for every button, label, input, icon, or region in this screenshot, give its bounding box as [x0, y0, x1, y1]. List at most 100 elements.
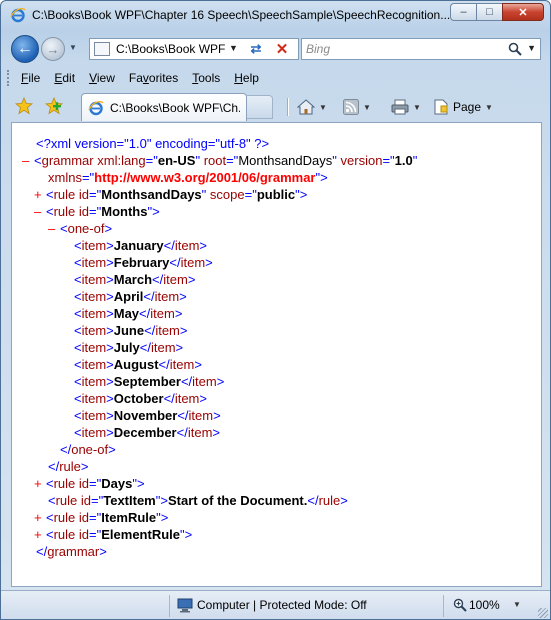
menu-help[interactable]: Help — [234, 71, 259, 85]
xml-item: <item>April</item> — [74, 289, 187, 304]
navigation-bar: ← → ▼ C:\Books\Book WPF ▼ ⇄ ✕ ▼ — [1, 31, 550, 65]
xml-rule-close: </rule> — [48, 459, 89, 474]
page-menu-button[interactable]: Page ▼ — [433, 98, 493, 116]
xml-one-of-open: – <one-of> — [48, 220, 113, 237]
home-icon — [297, 99, 315, 115]
recent-pages-dropdown-icon[interactable]: ▼ — [69, 43, 77, 52]
xml-declaration: <?xml version="1.0" encoding="utf-8" ?> — [36, 136, 270, 151]
close-button[interactable]: ✕ — [502, 3, 544, 21]
rss-feed-icon — [343, 99, 359, 115]
xml-one-of-close: </one-of> — [60, 442, 116, 457]
xml-grammar-open: – <grammar xml:lang="en-US" root="Monthsa… — [22, 152, 418, 169]
home-dropdown-icon[interactable]: ▼ — [319, 103, 327, 112]
month-value: August — [113, 357, 159, 372]
feeds-button[interactable]: ▼ — [343, 98, 371, 116]
tab-active[interactable]: C:\Books\Book WPF\Ch... — [81, 93, 247, 121]
window-title: C:\Books\Book WPF\Chapter 16 Speech\Spee… — [32, 8, 451, 22]
menu-file[interactable]: File — [21, 71, 40, 85]
menu-bar: File Edit View Favorites Tools Help — [7, 67, 547, 89]
tab-title: C:\Books\Book WPF\Ch... — [110, 100, 240, 115]
xml-item: <item>June</item> — [74, 323, 188, 338]
status-divider — [443, 595, 444, 617]
search-icon[interactable] — [508, 42, 522, 56]
print-button[interactable]: ▼ — [391, 98, 421, 116]
xml-rule-itemrule: + <rule id="ItemRule"> — [34, 509, 169, 526]
xml-rule-elementrule: + <rule id="ElementRule"> — [34, 526, 193, 543]
home-button[interactable]: ▼ — [297, 98, 327, 116]
back-button[interactable]: ← — [11, 35, 39, 63]
expand-rule-toggle[interactable]: + — [34, 509, 46, 526]
expand-rule-toggle[interactable]: + — [34, 186, 46, 203]
status-bar: Computer | Protected Mode: Off 100% ▼ — [1, 590, 550, 619]
menu-edit[interactable]: Edit — [54, 71, 75, 85]
month-value: March — [113, 272, 153, 287]
maximize-button[interactable]: □ — [476, 3, 503, 21]
address-bar[interactable]: C:\Books\Book WPF — [89, 38, 299, 60]
month-value: December — [113, 425, 177, 440]
add-favorites-icon[interactable] — [45, 97, 63, 115]
refresh-button[interactable]: ⇄ — [245, 39, 267, 59]
expand-rule-toggle[interactable]: + — [34, 526, 46, 543]
xml-item: <item>March</item> — [74, 272, 196, 287]
month-value: January — [113, 238, 164, 253]
stop-button[interactable]: ✕ — [271, 39, 293, 59]
month-value: September — [113, 374, 181, 389]
xml-item: <item>December</item> — [74, 425, 220, 440]
title-bar[interactable]: C:\Books\Book WPF\Chapter 16 Speech\Spee… — [1, 1, 550, 31]
resize-grip[interactable] — [538, 608, 548, 618]
menu-view[interactable]: View — [89, 71, 115, 85]
collapse-rule-toggle[interactable]: – — [34, 203, 46, 220]
xml-item: <item>January</item> — [74, 238, 207, 253]
tab-bar: C:\Books\Book WPF\Ch... ▼ ▼ ▼ Page ▼ — [1, 90, 550, 122]
zoom-icon[interactable] — [453, 598, 467, 612]
xml-item: <item>October</item> — [74, 391, 207, 406]
xml-item: <item>August</item> — [74, 357, 202, 372]
month-value: November — [113, 408, 178, 423]
search-input[interactable] — [306, 41, 496, 57]
xml-rule-textitem: <rule id="TextItem">Start of the Documen… — [48, 493, 348, 508]
xml-rule-days: + <rule id="Days"> — [34, 475, 145, 492]
xml-viewer[interactable]: <?xml version="1.0" encoding="utf-8" ?> … — [11, 122, 542, 587]
xml-item: <item>November</item> — [74, 408, 221, 423]
browser-window: C:\Books\Book WPF\Chapter 16 Speech\Spee… — [0, 0, 551, 620]
minimize-button[interactable]: – — [450, 3, 477, 21]
menu-grip — [7, 70, 11, 86]
xml-tree: <?xml version="1.0" encoding="utf-8" ?> … — [22, 135, 417, 560]
xml-grammar-close: </grammar> — [36, 544, 107, 559]
zoom-level[interactable]: 100% — [469, 598, 500, 612]
collapse-grammar-toggle[interactable]: – — [22, 152, 34, 169]
month-value: February — [113, 255, 170, 270]
month-value: April — [113, 289, 144, 304]
expand-rule-toggle[interactable]: + — [34, 475, 46, 492]
page-icon — [94, 42, 110, 56]
address-dropdown-icon[interactable]: ▼ — [229, 43, 238, 53]
xml-item: <item>May</item> — [74, 306, 183, 321]
month-value: June — [113, 323, 145, 338]
favorites-star-icon[interactable] — [15, 97, 33, 115]
page-menu-label: Page — [453, 100, 482, 114]
search-options-dropdown-icon[interactable]: ▼ — [527, 43, 536, 53]
security-zone-text[interactable]: Computer | Protected Mode: Off — [197, 598, 367, 612]
feeds-dropdown-icon[interactable]: ▼ — [363, 103, 371, 112]
status-divider — [169, 595, 170, 617]
month-value: May — [113, 306, 140, 321]
month-value: July — [113, 340, 140, 355]
forward-button[interactable]: → — [41, 37, 65, 61]
search-box[interactable]: ▼ — [301, 38, 541, 60]
print-dropdown-icon[interactable]: ▼ — [413, 103, 421, 112]
zoom-dropdown-icon[interactable]: ▼ — [513, 600, 521, 609]
ie-page-icon — [88, 100, 104, 115]
month-items: <item>January</item> <item>February</item… — [22, 237, 417, 441]
computer-zone-icon — [177, 598, 193, 613]
page-dropdown-icon[interactable]: ▼ — [485, 103, 493, 112]
xml-item: <item>July</item> — [74, 340, 184, 355]
ie-logo-icon — [10, 8, 26, 23]
xml-item: <item>February</item> — [74, 255, 213, 270]
xml-grammar-xmlns: xmlns="http://www.w3.org/2001/06/grammar… — [48, 170, 328, 185]
new-tab-button[interactable] — [247, 95, 273, 119]
menu-tools[interactable]: Tools — [192, 71, 220, 85]
xml-rule-months: – <rule id="Months"> — [34, 203, 160, 220]
month-value: October — [113, 391, 164, 406]
menu-favorites[interactable]: Favorites — [129, 71, 178, 85]
collapse-one-of-toggle[interactable]: – — [48, 220, 60, 237]
